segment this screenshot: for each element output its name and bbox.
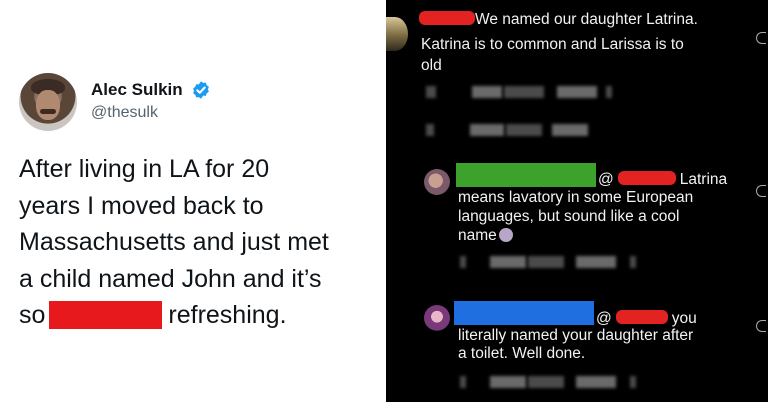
comment-line: a toilet. Well done.: [458, 345, 586, 362]
tweet-line-last: so refreshing.: [19, 297, 379, 334]
comment-line: old: [421, 57, 442, 74]
tweet-line: years I moved back to: [19, 191, 264, 220]
comment-line: literally named your daughter after: [458, 327, 694, 344]
redacted-mention: [615, 310, 668, 324]
author-name[interactable]: Alec Sulkin: [91, 80, 183, 100]
redacted-username: [419, 11, 475, 25]
tweet-word-refreshing: refreshing.: [168, 301, 287, 329]
blurred-comment-meta: [460, 256, 660, 268]
comment-line: name: [458, 227, 513, 245]
heart-icon[interactable]: [756, 185, 766, 197]
comment-line: We named our daughter Latrina.: [419, 11, 698, 29]
commenter-avatar[interactable]: [424, 305, 450, 331]
avatar-mustache: [40, 109, 56, 114]
heart-icon[interactable]: [756, 32, 766, 44]
comment-line: @ Latrina: [598, 171, 728, 188]
comment-line: languages, but sound like a cool: [458, 208, 680, 225]
commenter-avatar[interactable]: [424, 169, 450, 195]
tweet-line: After living in LA for 20: [19, 155, 270, 183]
blurred-comment-meta: [426, 86, 626, 98]
tweet-text: After living in LA for 20 years I moved …: [19, 151, 379, 334]
comment-line: means lavatory in some European: [458, 189, 694, 206]
redacted-mention: [617, 171, 676, 185]
blurred-comment-meta: [460, 376, 660, 388]
tweet-word-so: so: [19, 301, 46, 329]
avatar-face: [36, 90, 60, 120]
commenter-avatar[interactable]: [386, 17, 408, 51]
heart-icon[interactable]: [756, 320, 766, 332]
tweet-line: a child named John and it’s: [19, 264, 322, 293]
comment-line: @ you: [596, 310, 697, 327]
verified-badge-icon: [193, 81, 209, 99]
emoji-icon: [498, 228, 513, 242]
tweet-card: Alec Sulkin @thesulk After living in LA …: [0, 0, 386, 402]
comment-line: Katrina is to common and Larissa is to: [421, 36, 684, 53]
tweet-line: Massachusetts and just met: [19, 228, 329, 256]
comments-screenshot: We named our daughter Latrina. Katrina i…: [386, 0, 768, 402]
redacted-username-blue: [454, 301, 594, 325]
avatar[interactable]: [19, 73, 77, 131]
blurred-comment-meta: [426, 124, 626, 136]
author-handle[interactable]: @thesulk: [91, 104, 158, 122]
redacted-username-green: [456, 163, 596, 187]
redaction-bar: [49, 301, 163, 329]
